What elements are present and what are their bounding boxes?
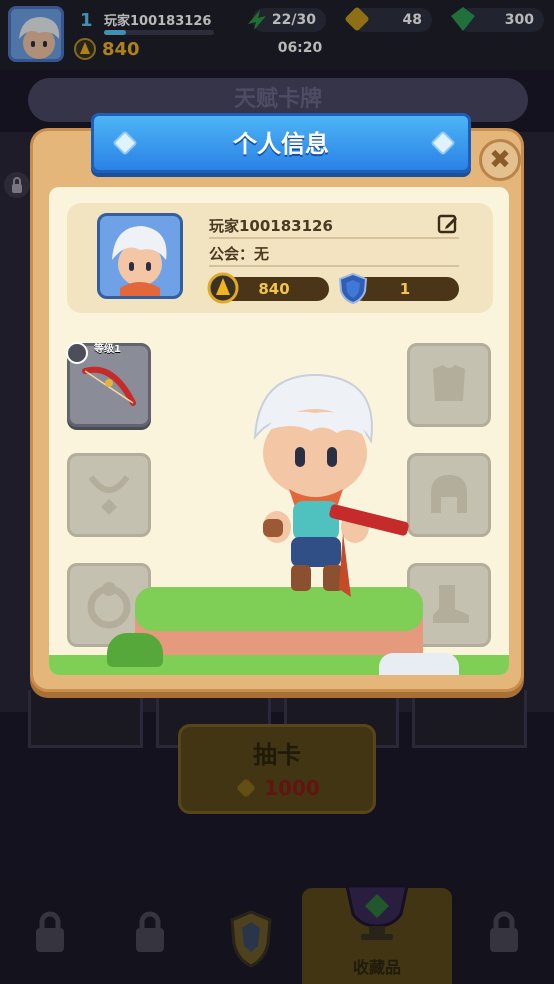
necklace-icon: [88, 475, 130, 515]
profile-player-name: 玩家100183126: [209, 217, 333, 235]
helmet-slot[interactable]: [407, 453, 491, 537]
armor-slot[interactable]: [407, 343, 491, 427]
edit-icon[interactable]: [437, 213, 459, 235]
bow-icon: [82, 366, 136, 406]
necklace-slot[interactable]: [67, 453, 151, 537]
rock-decoration: [379, 653, 459, 675]
shield-icon: [338, 272, 368, 305]
close-button[interactable]: ✖: [479, 139, 521, 181]
ring-icon: [87, 582, 131, 629]
profile-avatar[interactable]: [97, 213, 183, 299]
helmet-icon: [431, 475, 467, 513]
power-stat-value: 840: [258, 280, 290, 298]
hero-character[interactable]: [219, 367, 409, 607]
divider: [209, 265, 459, 267]
weapon-level: 等级1: [94, 344, 121, 355]
guild-info: 公会：无: [209, 245, 270, 263]
weapon-slot[interactable]: 等级1: [66, 342, 151, 427]
hero-face-icon: [112, 226, 167, 296]
boots-icon: [433, 585, 469, 623]
rank-stat-value: 1: [399, 280, 411, 298]
dialog-content: 玩家100183126 公会：无 840 1 等级1: [49, 187, 509, 675]
divider: [209, 237, 459, 239]
close-icon: ✖: [489, 145, 511, 175]
bush-decoration: [107, 633, 163, 667]
dialog-title: 个人信息: [233, 130, 329, 158]
dialog-title-banner: 个人信息: [91, 113, 471, 173]
armor-icon: [433, 365, 465, 401]
profile-dialog: 个人信息 ✖ 玩家100183126 公会：无 840 1 等级1: [30, 113, 524, 692]
back-arrow-icon: [66, 342, 88, 364]
player-info-card: 玩家100183126 公会：无 840 1: [67, 203, 493, 313]
power-icon: [207, 272, 239, 304]
